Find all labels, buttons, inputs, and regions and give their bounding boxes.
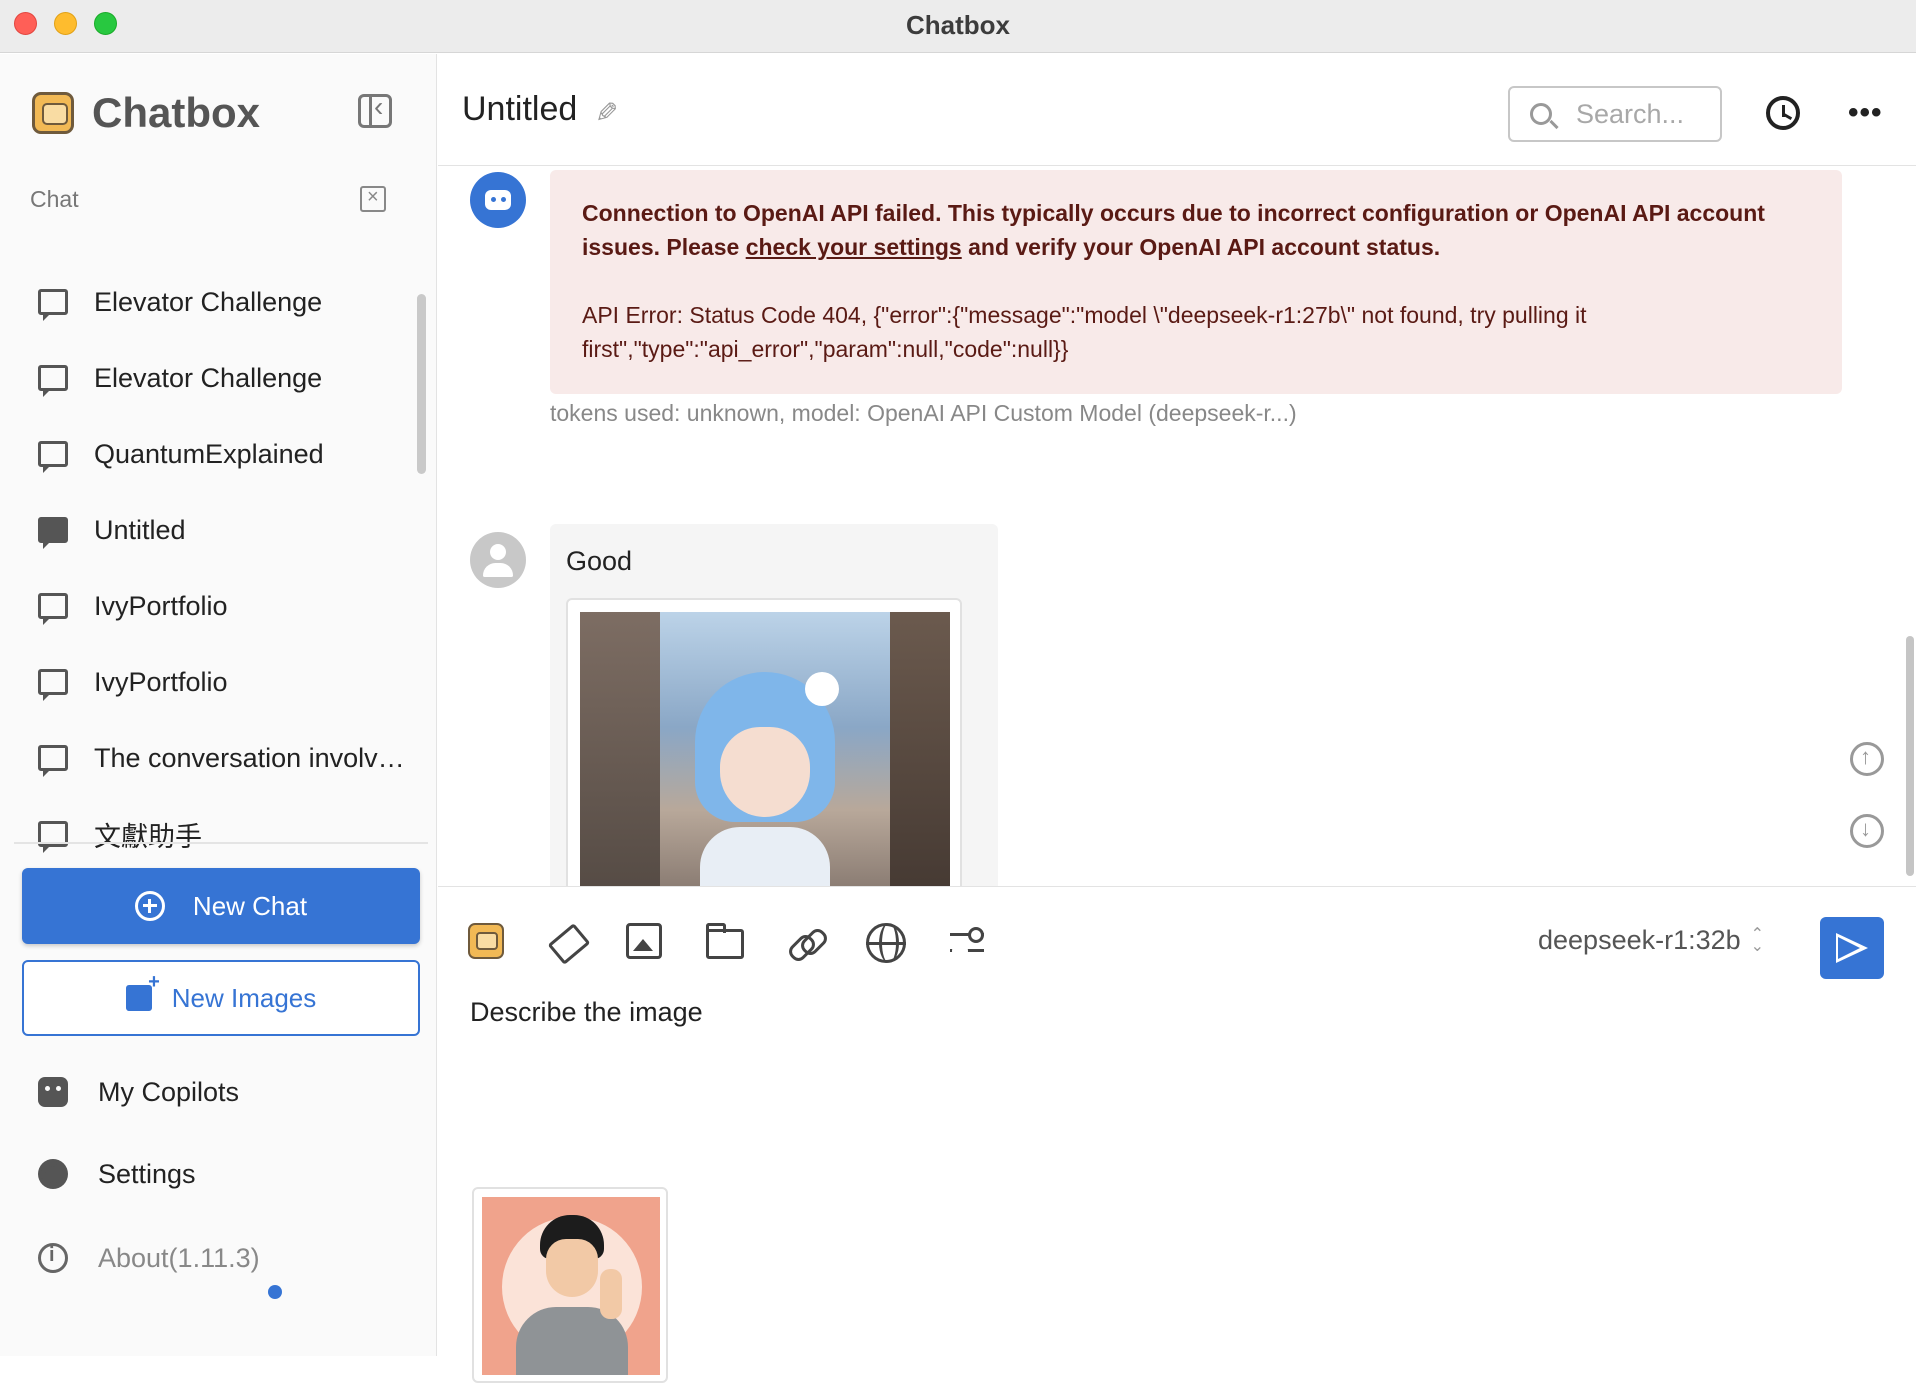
about-label: About(1.11.3) bbox=[98, 1242, 260, 1273]
copilot-picker-icon[interactable] bbox=[468, 923, 504, 959]
new-images-label: New Images bbox=[171, 982, 317, 1013]
pencil-icon[interactable]: ✎ bbox=[590, 100, 622, 130]
chat-item-label: The conversation involves... bbox=[94, 742, 414, 773]
user-message-image[interactable] bbox=[566, 598, 962, 886]
new-chat-button[interactable]: New Chat bbox=[22, 868, 420, 944]
chat-list-item[interactable]: The conversation involves... bbox=[14, 720, 414, 796]
chatbox-logo-icon bbox=[32, 92, 74, 134]
chat-item-label: 文獻助手 bbox=[94, 821, 202, 852]
assistant-avatar bbox=[470, 172, 526, 228]
title-bar: Chatbox bbox=[0, 0, 1916, 53]
chat-list-item[interactable]: IvyPortfolio bbox=[14, 644, 414, 720]
more-options-icon[interactable]: ••• bbox=[1848, 96, 1883, 130]
sidebar: Chatbox Chat Elevator Challenge Elevator… bbox=[0, 54, 437, 1356]
attach-image-icon[interactable] bbox=[626, 923, 662, 959]
sidebar-scrollbar[interactable] bbox=[417, 294, 426, 474]
chat-bubble-icon bbox=[38, 365, 68, 397]
sidebar-divider bbox=[14, 842, 428, 844]
brand: Chatbox bbox=[32, 89, 260, 136]
eraser-icon[interactable] bbox=[546, 923, 586, 963]
page-title: Untitled bbox=[462, 90, 578, 128]
chat-bubble-icon bbox=[38, 593, 68, 625]
chat-list-item[interactable]: Elevator Challenge bbox=[14, 340, 414, 416]
message-list: Connection to OpenAI API failed. This ty… bbox=[438, 166, 1916, 886]
chat-bubble-icon bbox=[38, 441, 68, 473]
send-button[interactable] bbox=[1820, 917, 1884, 979]
check-settings-link[interactable]: check your settings bbox=[746, 234, 962, 260]
chat-list-item[interactable]: 文獻助手 bbox=[14, 796, 414, 872]
app-window: Chatbox Chatbox Chat Elevator Challenge … bbox=[0, 0, 1916, 1383]
model-name: deepseek-r1:32b bbox=[1538, 925, 1741, 955]
scroll-to-bottom-icon[interactable] bbox=[1850, 814, 1884, 848]
my-copilots-link[interactable]: My Copilots bbox=[38, 1072, 239, 1112]
chat-item-label: Untitled bbox=[94, 514, 186, 545]
new-chat-label: New Chat bbox=[192, 890, 308, 921]
anime-girl-image bbox=[580, 612, 950, 886]
image-icon bbox=[38, 517, 68, 549]
about-link[interactable]: About(1.11.3) bbox=[38, 1238, 260, 1278]
chat-section-label: Chat bbox=[30, 186, 79, 212]
message-input[interactable] bbox=[470, 997, 1870, 1028]
chat-bubble-icon bbox=[38, 669, 68, 701]
user-message-text: Good bbox=[566, 546, 633, 576]
chat-list-item[interactable]: IvyPortfolio bbox=[14, 568, 414, 644]
new-images-button[interactable]: New Images bbox=[22, 960, 420, 1036]
search-icon bbox=[1530, 103, 1552, 125]
chat-item-label: QuantumExplained bbox=[94, 438, 324, 469]
chat-list-item[interactable]: QuantumExplained bbox=[14, 416, 414, 492]
chat-item-label: Elevator Challenge bbox=[94, 362, 323, 393]
error-summary: Connection to OpenAI API failed. This ty… bbox=[582, 200, 1765, 260]
attached-image[interactable] bbox=[472, 1187, 668, 1383]
chat-bubble-icon bbox=[38, 289, 68, 321]
user-avatar bbox=[470, 532, 526, 588]
settings-link[interactable]: Settings bbox=[38, 1154, 196, 1194]
attach-link-icon[interactable] bbox=[786, 923, 826, 963]
message-scrollbar[interactable] bbox=[1906, 636, 1914, 876]
history-icon[interactable] bbox=[1766, 96, 1800, 130]
info-icon bbox=[38, 1243, 68, 1273]
chat-item-label: IvyPortfolio bbox=[94, 590, 228, 621]
collapse-sidebar-icon[interactable] bbox=[358, 91, 392, 128]
robot-icon bbox=[38, 1077, 68, 1107]
clear-conversations-icon[interactable] bbox=[360, 186, 386, 212]
chat-bubble-icon bbox=[38, 745, 68, 777]
brand-name: Chatbox bbox=[92, 89, 260, 136]
window-title: Chatbox bbox=[906, 10, 1010, 40]
attach-file-icon[interactable] bbox=[706, 923, 744, 959]
user-message: Good bbox=[550, 524, 998, 886]
add-circle-icon bbox=[134, 891, 165, 921]
search-box[interactable] bbox=[1508, 86, 1722, 142]
web-browsing-icon[interactable] bbox=[866, 923, 906, 963]
model-selector[interactable]: deepseek-r1:32b ⌃ ⌄ bbox=[1538, 925, 1764, 956]
chat-list: Elevator Challenge Elevator Challenge Qu… bbox=[14, 264, 414, 872]
error-message: Connection to OpenAI API failed. This ty… bbox=[550, 170, 1842, 394]
chat-item-label: IvyPortfolio bbox=[94, 666, 228, 697]
chat-header: Untitled ✎ ••• bbox=[438, 54, 1916, 166]
tokens-info: tokens used: unknown, model: OpenAI API … bbox=[550, 400, 1297, 426]
boy-portrait-image bbox=[482, 1197, 660, 1375]
chat-list-item[interactable]: Elevator Challenge bbox=[14, 264, 414, 340]
chat-list-item-active[interactable]: Untitled bbox=[14, 492, 414, 568]
my-copilots-label: My Copilots bbox=[98, 1076, 240, 1107]
chat-item-label: Elevator Challenge bbox=[94, 286, 323, 317]
gear-icon bbox=[38, 1159, 68, 1189]
update-badge bbox=[268, 1285, 282, 1299]
main-panel: Untitled ✎ ••• Connection to OpenAI API … bbox=[438, 54, 1916, 1383]
chat-settings-icon[interactable] bbox=[948, 923, 988, 963]
chevron-updown-icon: ⌃ ⌄ bbox=[1750, 925, 1765, 955]
scroll-to-top-icon[interactable] bbox=[1850, 742, 1884, 776]
error-detail: API Error: Status Code 404, {"error":{"m… bbox=[582, 302, 1587, 362]
settings-label: Settings bbox=[98, 1158, 196, 1189]
search-input[interactable] bbox=[1576, 98, 1706, 130]
composer: deepseek-r1:32b ⌃ ⌄ bbox=[438, 886, 1916, 1383]
add-image-icon bbox=[125, 971, 160, 1011]
